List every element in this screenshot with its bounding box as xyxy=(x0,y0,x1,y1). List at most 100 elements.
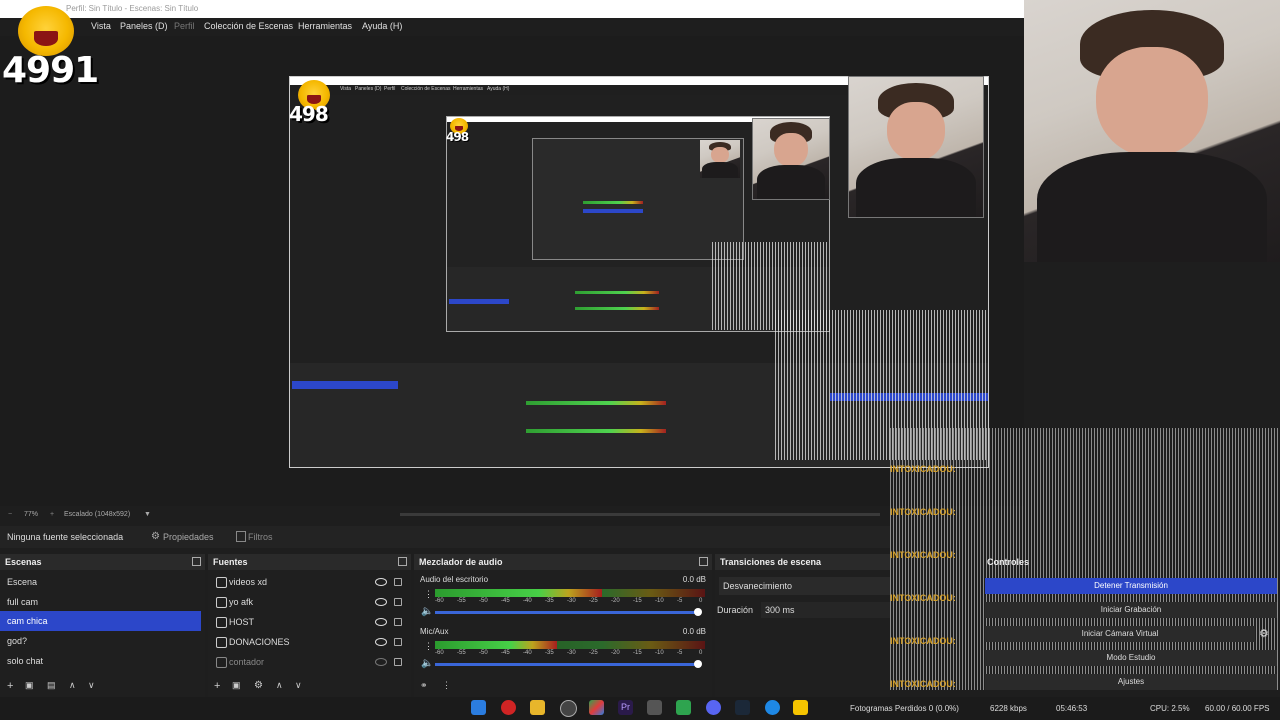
speaker-icon[interactable]: 🔈 xyxy=(421,658,433,669)
move-down-icon[interactable]: ∨ xyxy=(88,680,95,691)
settings-button[interactable]: Ajustes xyxy=(985,674,1277,690)
scenes-dock: Escenas Escena full cam cam chica god? s… xyxy=(0,554,205,697)
sources-dock: Fuentes videos xd yo afk HOST DONACIONES… xyxy=(208,554,411,697)
source-toolbar: Ninguna fuente seleccionada ⚙ Propiedade… xyxy=(0,526,890,548)
duration-input[interactable]: 300 ms xyxy=(761,602,890,618)
source-item[interactable]: DONACIONES xyxy=(208,632,411,652)
eye-icon[interactable] xyxy=(375,618,387,626)
transitions-title: Transiciones de escena xyxy=(720,557,822,567)
link-icon[interactable]: ⚭ xyxy=(420,680,428,691)
dock-float-icon[interactable] xyxy=(192,557,201,566)
zoom-out-button[interactable]: − xyxy=(8,511,12,518)
filters-icon xyxy=(236,531,246,542)
source-item[interactable]: videos xd xyxy=(208,572,411,592)
menu-bar: Vista Paneles (D) Perfil Colección de Es… xyxy=(0,18,1024,36)
chrome-icon[interactable] xyxy=(589,700,604,715)
volume-slider[interactable] xyxy=(435,611,700,614)
sources-toolbar: + ▣ ⚙ ∧ ∨ xyxy=(208,677,411,697)
fps: 60.00 / 60.00 FPS xyxy=(1205,704,1270,713)
nested-menu-perfil: Perfil xyxy=(384,86,396,92)
gear-icon[interactable]: ⚙ xyxy=(254,680,263,691)
menu-paneles[interactable]: Paneles (D) xyxy=(120,21,168,31)
lock-icon[interactable] xyxy=(394,638,402,646)
lock-icon[interactable] xyxy=(394,618,402,626)
move-down-icon[interactable]: ∨ xyxy=(295,680,302,691)
volume-slider-knob[interactable] xyxy=(694,608,702,616)
scene-item[interactable]: solo chat xyxy=(0,651,205,671)
discord-icon[interactable] xyxy=(706,700,721,715)
gear-icon[interactable]: ⚙ xyxy=(1259,627,1269,640)
eye-icon[interactable] xyxy=(375,598,387,606)
window-title: Perfil: Sin Título - Escenas: Sin Título xyxy=(66,4,199,13)
volume-slider-knob[interactable] xyxy=(694,660,702,668)
lock-icon[interactable] xyxy=(394,658,402,666)
scaling-dropdown-icon[interactable]: ▼ xyxy=(144,511,151,518)
start-virtual-camera-button[interactable]: Iniciar Cámara Virtual xyxy=(985,626,1255,642)
filters-icon[interactable]: ▤ xyxy=(47,680,56,691)
menu-vista[interactable]: Vista xyxy=(91,21,111,31)
controls-dock: Controles Detener Transmisión Iniciar Gr… xyxy=(983,554,1280,697)
overlay-counter: 4991 xyxy=(2,50,99,91)
laughing-emoji-icon xyxy=(18,6,74,56)
zoom-level[interactable]: 77% xyxy=(24,511,38,518)
menu-coleccion-escenas[interactable]: Colección de Escenas xyxy=(204,21,293,31)
filters-button[interactable]: Filtros xyxy=(248,532,273,542)
kebab-menu-icon[interactable]: ⋮ xyxy=(424,641,433,652)
menu-perfil[interactable]: Perfil xyxy=(174,21,195,31)
move-up-icon[interactable]: ∧ xyxy=(276,680,283,691)
edge-icon[interactable] xyxy=(765,700,780,715)
app-icon[interactable] xyxy=(793,700,808,715)
lock-icon[interactable] xyxy=(394,598,402,606)
source-item-hidden[interactable]: contador xyxy=(208,652,411,672)
trash-icon[interactable]: ▣ xyxy=(25,680,34,691)
volume-slider[interactable] xyxy=(435,663,700,666)
scenes-toolbar: + ▣ ▤ ∧ ∨ xyxy=(0,677,205,697)
scaling-label[interactable]: Escalado (1048x592) xyxy=(64,511,130,518)
transitions-header: Transiciones de escena xyxy=(715,554,890,570)
preview-scrollbar[interactable] xyxy=(400,513,880,516)
steam-icon[interactable] xyxy=(735,700,750,715)
folder-icon[interactable] xyxy=(530,700,545,715)
kebab-menu-icon[interactable]: ⋮ xyxy=(424,589,433,600)
channel-db: 0.0 dB xyxy=(682,627,706,636)
dock-float-icon[interactable] xyxy=(699,557,708,566)
scenes-header: Escenas xyxy=(0,554,205,570)
mixer-toolbar: ⚭ ⋮ xyxy=(414,677,712,697)
move-up-icon[interactable]: ∧ xyxy=(69,680,76,691)
volume-meter xyxy=(435,589,602,597)
transition-select[interactable]: Desvanecimiento xyxy=(719,577,890,595)
windows-start-icon[interactable] xyxy=(471,700,486,715)
app-icon[interactable] xyxy=(647,700,662,715)
source-item[interactable]: HOST xyxy=(208,612,411,632)
webcam-nested xyxy=(848,76,984,218)
scene-item-selected[interactable]: cam chica xyxy=(0,611,201,631)
trash-icon[interactable]: ▣ xyxy=(232,680,241,691)
dock-float-icon[interactable] xyxy=(398,557,407,566)
eye-icon[interactable] xyxy=(375,638,387,646)
scene-item[interactable]: god? xyxy=(0,631,205,651)
scene-item[interactable]: Escena xyxy=(0,572,205,592)
menu-herramientas[interactable]: Herramientas xyxy=(298,21,352,31)
start-recording-button[interactable]: Iniciar Grabación xyxy=(985,602,1277,618)
stop-streaming-button[interactable]: Detener Transmisión xyxy=(985,578,1277,594)
kebab-menu-icon[interactable]: ⋮ xyxy=(442,680,451,691)
properties-button[interactable]: Propiedades xyxy=(163,532,214,542)
add-scene-button[interactable]: + xyxy=(7,680,13,692)
menu-ayuda[interactable]: Ayuda (H) xyxy=(362,21,402,31)
app-icon[interactable] xyxy=(560,700,577,717)
zoom-in-button[interactable]: + xyxy=(50,511,54,518)
lock-icon[interactable] xyxy=(394,578,402,586)
eye-hidden-icon[interactable] xyxy=(375,658,387,666)
add-source-button[interactable]: + xyxy=(214,680,220,692)
source-item[interactable]: yo afk xyxy=(208,592,411,612)
eye-icon[interactable] xyxy=(375,578,387,586)
opera-icon[interactable] xyxy=(501,700,516,715)
studio-mode-button[interactable]: Modo Estudio xyxy=(985,650,1277,666)
spreadsheet-icon[interactable] xyxy=(676,700,691,715)
nested-menu-vista: Vista xyxy=(340,86,352,92)
scene-item[interactable]: full cam xyxy=(0,592,205,612)
premiere-icon[interactable]: Pr xyxy=(618,700,633,715)
browser-source-icon xyxy=(216,657,227,668)
controls-title: Controles xyxy=(987,557,1030,567)
speaker-icon[interactable]: 🔈 xyxy=(421,606,433,617)
